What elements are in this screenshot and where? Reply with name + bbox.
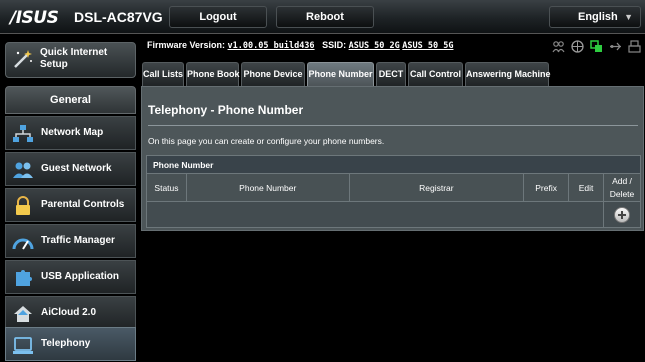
printer-icon[interactable] (628, 40, 641, 53)
tab-answering-machine[interactable]: Answering Machine (465, 62, 551, 86)
parental-controls-icon (16, 196, 30, 215)
column-registrar: Registrar (348, 173, 525, 202)
quick-setup-label: Quick Internet Setup (40, 47, 108, 70)
status-icons (552, 40, 641, 53)
tab-dect[interactable]: DECT (376, 62, 406, 86)
page-title: Telephony - Phone Number (148, 103, 304, 117)
quick-internet-setup-button[interactable]: Quick Internet Setup (5, 42, 136, 78)
table-row (146, 201, 641, 228)
sidebar-item-label: Traffic Manager (41, 235, 115, 246)
title-divider (148, 125, 638, 126)
usb-status-icon[interactable] (609, 40, 622, 53)
content-panel: Telephony - Phone Number On this page yo… (141, 86, 644, 231)
column-add-delete: Add / Delete (603, 173, 641, 202)
column-prefix: Prefix (523, 173, 570, 202)
sidebar-item-usb-application[interactable]: USB Application (5, 260, 136, 294)
sidebar: Quick Internet Setup General Network Map… (0, 34, 141, 362)
sidebar-item-network-map[interactable]: Network Map (5, 116, 136, 150)
tab-phone-device[interactable]: Phone Device (241, 62, 305, 86)
firmware-bar: Firmware Version: v1.00.05_build436 SSID… (141, 34, 645, 58)
sidebar-item-traffic-manager[interactable]: Traffic Manager (5, 224, 136, 258)
guest-network-icon (13, 162, 33, 178)
sidebar-item-label: Guest Network (41, 163, 112, 174)
sidebar-item-label: Telephony (41, 338, 91, 349)
phone-number-table: Phone Number Status Phone Number Registr… (146, 155, 641, 228)
sidebar-item-telephony[interactable]: Telephony (5, 327, 136, 361)
sidebar-item-aicloud[interactable]: AiCloud 2.0 (5, 296, 136, 330)
column-edit: Edit (568, 173, 604, 202)
sidebar-item-label: USB Application (41, 271, 119, 282)
firmware-label: Firmware Version: (147, 40, 226, 50)
globe-icon[interactable] (571, 40, 584, 53)
page-description: On this page you can create or configure… (148, 136, 385, 146)
general-header: General (5, 86, 136, 114)
asus-logo: /ISUS (10, 8, 59, 28)
empty-row-cell (146, 201, 604, 228)
network-map-icon (13, 125, 33, 142)
telephony-tabs: Call Lists Phone Book Phone Device Phone… (141, 62, 645, 86)
sidebar-item-guest-network[interactable]: Guest Network (5, 152, 136, 186)
firmware-info: Firmware Version: v1.00.05_build436 SSID… (147, 40, 453, 51)
sidebar-item-label: Parental Controls (41, 199, 125, 210)
tab-phone-number[interactable]: Phone Number (307, 62, 374, 86)
tab-call-control[interactable]: Call Control (408, 62, 463, 86)
column-status: Status (146, 173, 187, 202)
tab-call-lists[interactable]: Call Lists (142, 62, 184, 86)
clients-icon[interactable] (552, 40, 565, 53)
usb-application-icon (16, 270, 32, 286)
add-icon[interactable] (614, 206, 630, 223)
table-title: Phone Number (146, 155, 641, 174)
aicloud-icon (14, 306, 32, 322)
ssid-5g-link[interactable]: ASUS_50_5G (402, 41, 453, 51)
wan-status-icon[interactable] (590, 40, 603, 53)
reboot-button[interactable]: Reboot (276, 6, 374, 28)
ssid-2g-link[interactable]: ASUS_50_2G (349, 41, 400, 51)
language-select[interactable]: English ▼ (549, 6, 641, 28)
sidebar-item-parental-controls[interactable]: Parental Controls (5, 188, 136, 222)
quick-setup-wand-icon (14, 50, 32, 68)
firmware-version-link[interactable]: v1.00.05_build436 (228, 41, 315, 51)
chevron-down-icon: ▼ (624, 12, 633, 22)
sidebar-item-label: AiCloud 2.0 (41, 307, 97, 318)
add-cell (603, 201, 641, 228)
sidebar-item-label: Network Map (41, 127, 104, 138)
tab-phone-book[interactable]: Phone Book (186, 62, 240, 86)
language-label: English (578, 11, 618, 23)
traffic-manager-icon (12, 238, 34, 250)
model-name: DSL-AC87VG (74, 9, 163, 25)
logout-button[interactable]: Logout (169, 6, 267, 28)
column-phone-number: Phone Number (185, 173, 350, 202)
ssid-label: SSID: (322, 40, 347, 50)
top-bar: /ISUS DSL-AC87VG Logout Reboot English ▼ (0, 0, 645, 34)
telephony-icon (13, 337, 33, 354)
